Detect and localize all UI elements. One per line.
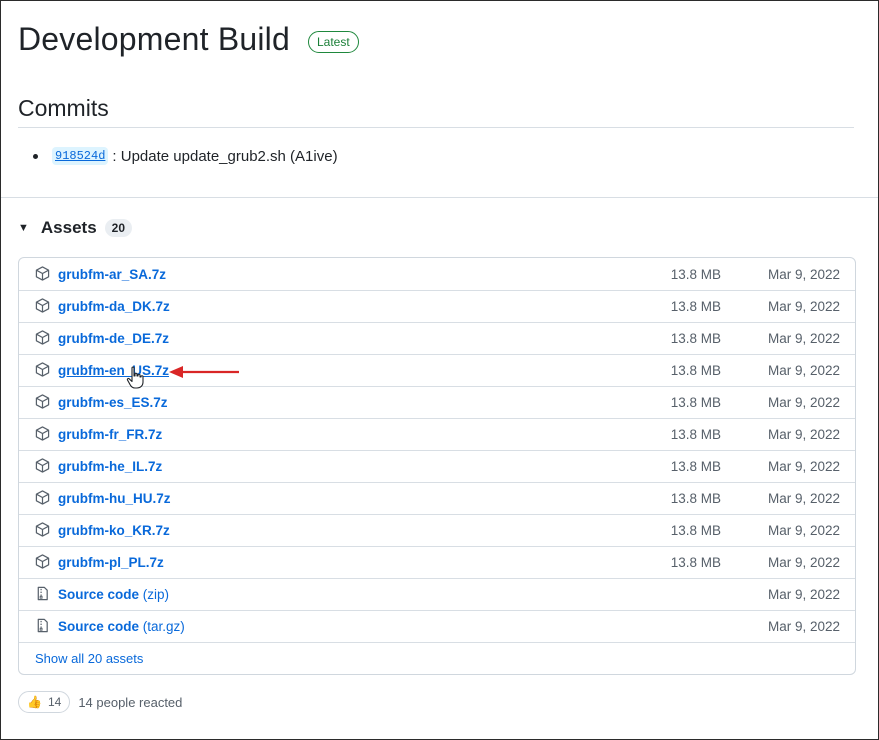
asset-download-link[interactable]: grubfm-ar_SA.7z xyxy=(58,267,166,282)
asset-name: Source code xyxy=(58,586,140,602)
thumbs-up-reaction-button[interactable]: 👍 14 xyxy=(18,691,71,713)
release-header: Development Build Latest xyxy=(18,21,359,58)
asset-date: Mar 9, 2022 xyxy=(767,522,840,538)
asset-extension: (tar.gz) xyxy=(139,618,185,634)
hand-cursor-icon xyxy=(126,366,144,389)
asset-name: grubfm-he_IL.7z xyxy=(58,458,163,474)
asset-row: grubfm-es_ES.7z 13.8 MB Mar 9, 2022 xyxy=(19,386,855,419)
commit-message: : Update update_grub2.sh (A1ive) xyxy=(112,147,338,165)
asset-name: grubfm-pl_PL.7z xyxy=(58,554,164,570)
release-title[interactable]: Development Build xyxy=(18,21,290,58)
package-icon xyxy=(35,490,50,505)
asset-size: 13.8 MB xyxy=(670,426,721,442)
asset-date: Mar 9, 2022 xyxy=(767,426,840,442)
asset-name: Source code xyxy=(58,618,140,634)
asset-date: Mar 9, 2022 xyxy=(767,490,840,506)
asset-row: grubfm-pl_PL.7z 13.8 MB Mar 9, 2022 xyxy=(19,546,855,579)
asset-date: Mar 9, 2022 xyxy=(767,618,840,634)
commit-sha-link[interactable]: 918524d xyxy=(52,147,109,165)
package-icon xyxy=(35,330,50,345)
asset-size: 13.8 MB xyxy=(670,298,721,314)
asset-date: Mar 9, 2022 xyxy=(767,298,840,314)
package-icon xyxy=(35,266,50,281)
red-arrow-annotation xyxy=(169,366,239,378)
asset-download-link[interactable]: grubfm-de_DE.7z xyxy=(58,331,169,346)
asset-download-link[interactable]: grubfm-da_DK.7z xyxy=(58,299,170,314)
divider xyxy=(18,127,854,128)
reactions-summary: 14 people reacted xyxy=(78,694,183,710)
asset-size: 13.8 MB xyxy=(670,554,721,570)
asset-row: Source code (zip) Mar 9, 2022 xyxy=(19,578,855,611)
asset-download-link[interactable]: grubfm-pl_PL.7z xyxy=(58,555,164,570)
asset-name: grubfm-en_US.7z xyxy=(58,362,170,378)
commit-item: 918524d : Update update_grub2.sh (A1ive) xyxy=(33,147,338,165)
asset-download-link[interactable]: grubfm-hu_HU.7z xyxy=(58,491,171,506)
package-icon xyxy=(35,362,50,377)
assets-list: grubfm-ar_SA.7z 13.8 MB Mar 9, 2022 grubfm-… xyxy=(18,257,856,675)
package-icon xyxy=(35,298,50,313)
asset-download-link[interactable]: Source code (tar.gz) xyxy=(58,619,185,634)
show-all-assets-link[interactable]: Show all 20 assets xyxy=(35,651,143,666)
reaction-count: 14 xyxy=(47,695,62,709)
asset-row: grubfm-hu_HU.7z 13.8 MB Mar 9, 2022 xyxy=(19,482,855,515)
asset-row: grubfm-ar_SA.7z 13.8 MB Mar 9, 2022 xyxy=(19,258,855,291)
caret-down-icon: ▼ xyxy=(18,222,29,234)
asset-size: 13.8 MB xyxy=(670,266,721,282)
asset-download-link[interactable]: grubfm-es_ES.7z xyxy=(58,395,168,410)
asset-size: 13.8 MB xyxy=(670,394,721,410)
asset-date: Mar 9, 2022 xyxy=(767,458,840,474)
section-divider xyxy=(1,197,878,198)
assets-toggle[interactable]: ▼ Assets 20 xyxy=(18,218,133,238)
package-icon xyxy=(35,522,50,537)
asset-row: grubfm-ko_KR.7z 13.8 MB Mar 9, 2022 xyxy=(19,514,855,547)
asset-download-link[interactable]: grubfm-ko_KR.7z xyxy=(58,523,170,538)
reactions-bar: 👍 14 14 people reacted xyxy=(18,691,182,713)
asset-size: 13.8 MB xyxy=(670,458,721,474)
asset-name: grubfm-hu_HU.7z xyxy=(58,490,171,506)
asset-row: Source code (tar.gz) Mar 9, 2022 xyxy=(19,610,855,643)
asset-size: 13.8 MB xyxy=(670,330,721,346)
asset-row: grubfm-de_DE.7z 13.8 MB Mar 9, 2022 xyxy=(19,322,855,355)
release-page: Development Build Latest Commits 918524d… xyxy=(0,0,879,740)
asset-date: Mar 9, 2022 xyxy=(767,394,840,410)
asset-date: Mar 9, 2022 xyxy=(767,362,840,378)
package-icon xyxy=(35,458,50,473)
package-icon xyxy=(35,426,50,441)
commits-heading: Commits xyxy=(18,95,109,121)
asset-download-link[interactable]: Source code (zip) xyxy=(58,587,169,602)
package-icon xyxy=(35,394,50,409)
asset-download-link[interactable]: grubfm-fr_FR.7z xyxy=(58,427,162,442)
asset-size: 13.8 MB xyxy=(670,362,721,378)
asset-extension: (zip) xyxy=(139,586,170,602)
asset-row: grubfm-fr_FR.7z 13.8 MB Mar 9, 2022 xyxy=(19,418,855,451)
asset-name: grubfm-da_DK.7z xyxy=(58,298,170,314)
asset-name: grubfm-ko_KR.7z xyxy=(58,522,170,538)
file-zip-icon xyxy=(35,618,50,633)
latest-badge: Latest xyxy=(308,30,359,53)
asset-name: grubfm-fr_FR.7z xyxy=(58,426,163,442)
assets-heading: Assets xyxy=(40,218,97,237)
asset-name: grubfm-ar_SA.7z xyxy=(58,266,167,282)
asset-date: Mar 9, 2022 xyxy=(767,554,840,570)
asset-date: Mar 9, 2022 xyxy=(767,330,840,346)
asset-size: 13.8 MB xyxy=(670,490,721,506)
bullet-icon xyxy=(33,153,38,159)
asset-download-link[interactable]: grubfm-en_US.7z xyxy=(58,363,169,378)
file-zip-icon xyxy=(35,586,50,601)
asset-row: grubfm-da_DK.7z 13.8 MB Mar 9, 2022 xyxy=(19,290,855,323)
thumbs-up-icon: 👍 xyxy=(27,695,42,709)
asset-name: grubfm-de_DE.7z xyxy=(58,330,170,346)
package-icon xyxy=(35,554,50,569)
asset-row: grubfm-he_IL.7z 13.8 MB Mar 9, 2022 xyxy=(19,450,855,483)
asset-download-link[interactable]: grubfm-he_IL.7z xyxy=(58,459,162,474)
asset-size: 13.8 MB xyxy=(670,522,721,538)
assets-count-badge: 20 xyxy=(104,219,133,237)
asset-name: grubfm-es_ES.7z xyxy=(58,394,168,410)
asset-date: Mar 9, 2022 xyxy=(767,586,840,602)
asset-date: Mar 9, 2022 xyxy=(767,266,840,282)
